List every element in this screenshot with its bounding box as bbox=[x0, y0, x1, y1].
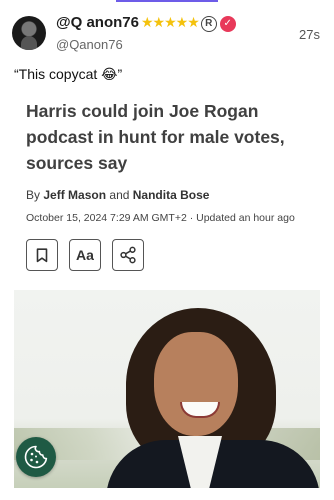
display-name[interactable]: @Q anon76 ★★★★★ R ✓ bbox=[56, 14, 236, 32]
registered-icon: R bbox=[200, 16, 217, 32]
user-handle: @Qanon76 bbox=[56, 37, 123, 52]
verified-badge-icon: ✓ bbox=[219, 16, 236, 32]
bookmark-icon bbox=[36, 247, 48, 262]
post-timestamp: 27s bbox=[299, 27, 320, 42]
text-size-button[interactable]: Aa bbox=[69, 239, 101, 271]
article-photo bbox=[14, 290, 320, 488]
article-dateline: October 15, 2024 7:29 AM GMT+2 · Updated… bbox=[26, 212, 295, 224]
post-header: @Q anon76 ★★★★★ R ✓ @Qanon76 27s bbox=[0, 0, 334, 62]
article-headline: Harris could join Joe Rogan podcast in h… bbox=[26, 101, 285, 173]
byline-prefix: By bbox=[26, 188, 41, 202]
article-screenshot: Harris could join Joe Rogan podcast in h… bbox=[14, 88, 320, 500]
display-name-text: @Q anon76 bbox=[56, 14, 139, 31]
share-button[interactable] bbox=[112, 239, 144, 271]
article-byline: By Jeff Mason and Nandita Bose bbox=[26, 188, 209, 202]
bookmark-button[interactable] bbox=[26, 239, 58, 271]
stars-icon: ★★★★★ bbox=[140, 14, 200, 30]
cookie-settings-button[interactable] bbox=[16, 437, 56, 477]
avatar[interactable] bbox=[12, 16, 46, 50]
byline-and: and bbox=[109, 188, 130, 202]
post-text: “This copycat 😂” bbox=[14, 66, 123, 82]
author-link-1[interactable]: Jeff Mason bbox=[43, 188, 106, 202]
share-icon bbox=[120, 246, 136, 264]
cookie-icon bbox=[24, 445, 48, 469]
author-link-2[interactable]: Nandita Bose bbox=[133, 188, 210, 202]
